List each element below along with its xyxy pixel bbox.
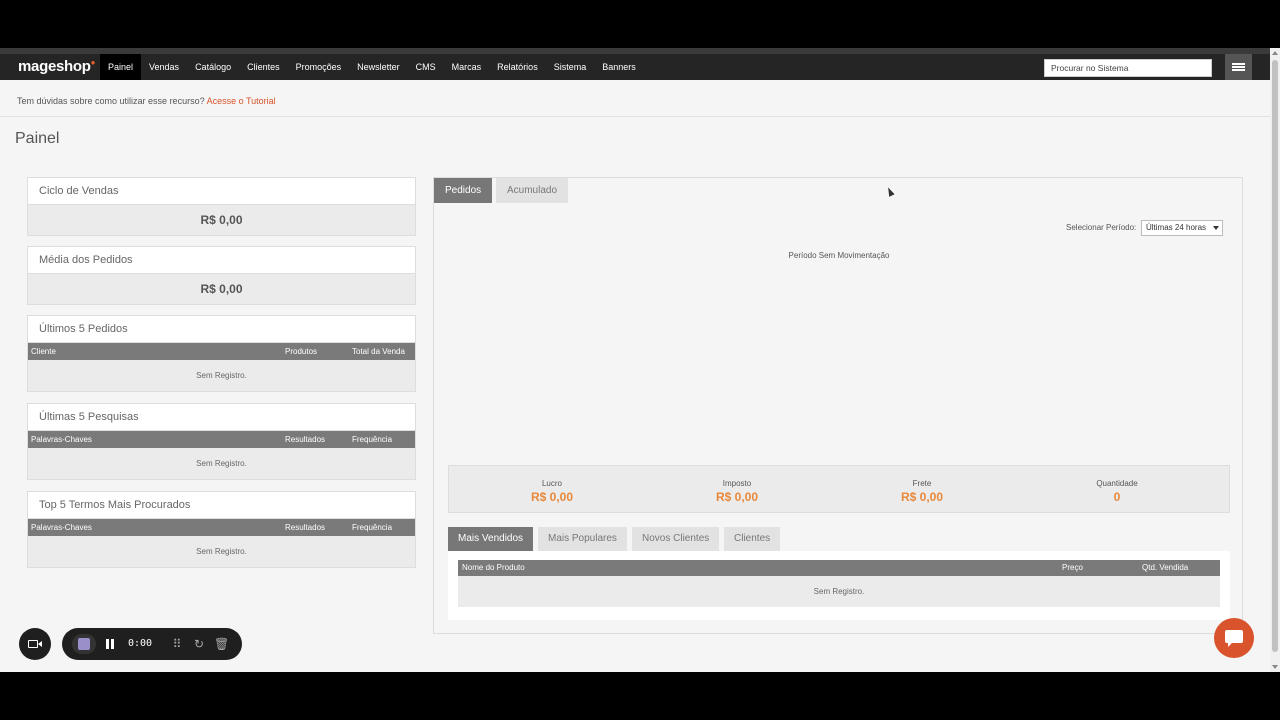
tab-clientes[interactable]: Clientes (724, 527, 781, 551)
order-average-box: Média dos Pedidos R$ 0,00 (27, 246, 416, 305)
sales-cycle-value: R$ 0,00 (28, 205, 415, 235)
last-orders-box: Últimos 5 Pedidos Cliente Produtos Total… (27, 315, 416, 392)
drag-handle-icon[interactable]: ⠿ (170, 637, 184, 651)
menu-relatorios[interactable]: Relatórios (489, 54, 546, 80)
tab-acumulado[interactable]: Acumulado (496, 178, 569, 203)
col-nome-produto: Nome do Produto (462, 563, 525, 572)
frete-value: R$ 0,00 (900, 490, 944, 504)
no-movement-message: Período Sem Movimentação (788, 251, 890, 260)
last-orders-empty: Sem Registro. (28, 360, 415, 391)
col-qtd-vendida: Qtd. Vendida (1142, 563, 1189, 572)
last-searches-header: Palavras-Chaves Resultados Frequência (28, 431, 415, 448)
order-average-value: R$ 0,00 (28, 274, 415, 304)
col-frequencia: Frequência (352, 435, 393, 444)
tab-mais-vendidos[interactable]: Mais Vendidos (448, 527, 534, 551)
top-terms-empty: Sem Registro. (28, 536, 415, 567)
lucro-value: R$ 0,00 (530, 490, 574, 504)
col-total-venda: Total da Venda (352, 347, 405, 356)
best-sellers-header: Nome do Produto Preço Qtd. Vendida (458, 560, 1220, 576)
last-orders-title: Últimos 5 Pedidos (28, 316, 415, 343)
col-palavras-chaves: Palavras-Chaves (31, 523, 92, 532)
col-cliente: Cliente (31, 347, 56, 356)
system-search-input[interactable]: Procurar no Sistema (1044, 59, 1212, 77)
quantidade-label: Quantidade (1096, 479, 1138, 488)
menu-vendas[interactable]: Vendas (141, 54, 187, 80)
last-searches-empty: Sem Registro. (28, 448, 415, 479)
logo-text: mageshop (18, 58, 91, 75)
frete-label: Frete (912, 479, 932, 488)
total-lucro: Lucro R$ 0,00 (482, 479, 622, 504)
restart-icon[interactable]: ↻ (192, 637, 206, 651)
menu-sistema[interactable]: Sistema (546, 54, 595, 80)
col-preco: Preço (1062, 563, 1083, 572)
logo-dot: ● (90, 58, 96, 67)
page-title: Painel (15, 130, 60, 147)
col-resultados: Resultados (285, 523, 326, 532)
trash-icon[interactable]: 🗑 (214, 637, 229, 651)
top-terms-title: Top 5 Termos Mais Procurados (28, 492, 415, 519)
scroll-up-icon[interactable] (1272, 51, 1278, 55)
menu-painel[interactable]: Painel (100, 54, 142, 80)
imposto-value: R$ 0,00 (715, 490, 759, 504)
tutorial-link[interactable]: Acesse o Tutorial (207, 96, 276, 106)
menu-marcas[interactable]: Marcas (444, 54, 490, 80)
last-searches-box: Últimas 5 Pesquisas Palavras-Chaves Resu… (27, 403, 416, 480)
pause-icon[interactable] (106, 639, 114, 649)
menu-clientes[interactable]: Clientes (239, 54, 288, 80)
stop-recording-button[interactable] (72, 634, 96, 654)
best-sellers-empty: Sem Registro. (458, 576, 1220, 607)
scroll-down-icon[interactable] (1272, 665, 1278, 669)
tutorial-text: Tem dúvidas sobre como utilizar esse rec… (17, 96, 205, 106)
sales-cycle-box: Ciclo de Vendas R$ 0,00 (27, 177, 416, 236)
recorder-toolbar: 0:00 ⠿ ↻ 🗑 (62, 628, 242, 660)
best-sellers-table: Nome do Produto Preço Qtd. Vendida Sem R… (448, 551, 1230, 620)
divider (0, 116, 1270, 117)
top-terms-box: Top 5 Termos Mais Procurados Palavras-Ch… (27, 491, 416, 568)
period-select[interactable]: Últimas 24 horas (1141, 220, 1223, 236)
mageshop-logo[interactable]: mageshop● (18, 58, 95, 75)
top-terms-header: Palavras-Chaves Resultados Frequência (28, 519, 415, 536)
browser-viewport: mageshop● Painel Vendas Catálogo Cliente… (0, 48, 1270, 672)
quantidade-value: 0 (1113, 490, 1121, 504)
imposto-label: Imposto (722, 479, 752, 488)
main-menu: Painel Vendas Catálogo Clientes Promoçõe… (100, 54, 644, 80)
col-resultados: Resultados (285, 435, 326, 444)
vertical-scrollbar[interactable] (1270, 48, 1280, 672)
period-value: Últimas 24 horas (1146, 223, 1207, 232)
chat-button[interactable] (1214, 618, 1254, 658)
col-palavras-chaves: Palavras-Chaves (31, 435, 92, 444)
recording-timer: 0:00 (128, 638, 153, 649)
total-frete: Frete R$ 0,00 (852, 479, 992, 504)
menu-banners[interactable]: Banners (594, 54, 644, 80)
order-average-title: Média dos Pedidos (28, 247, 415, 274)
orders-panel: Pedidos Acumulado Selecionar Período: Úl… (433, 177, 1243, 634)
top-navigation: mageshop● Painel Vendas Catálogo Cliente… (0, 48, 1270, 80)
sales-cycle-title: Ciclo de Vendas (28, 178, 415, 205)
last-orders-header: Cliente Produtos Total da Venda (28, 343, 415, 360)
tab-mais-populares[interactable]: Mais Populares (538, 527, 627, 551)
col-frequencia: Frequência (352, 523, 393, 532)
menu-catalogo[interactable]: Catálogo (187, 54, 239, 80)
chevron-down-icon (1213, 226, 1219, 230)
tutorial-notice: Tem dúvidas sobre como utilizar esse rec… (17, 96, 276, 106)
period-label: Selecionar Período: (1066, 223, 1137, 232)
last-searches-title: Últimas 5 Pesquisas (28, 404, 415, 431)
col-produtos: Produtos (285, 347, 318, 356)
total-quantidade: Quantidade 0 (1047, 479, 1187, 504)
tab-novos-clientes[interactable]: Novos Clientes (632, 527, 720, 551)
total-imposto: Imposto R$ 0,00 (667, 479, 807, 504)
menu-newsletter[interactable]: Newsletter (349, 54, 408, 80)
lucro-label: Lucro (541, 479, 562, 488)
menu-promocoes[interactable]: Promoções (288, 54, 350, 80)
tab-pedidos[interactable]: Pedidos (434, 178, 493, 203)
totals-bar: Lucro R$ 0,00 Imposto R$ 0,00 Frete R$ 0… (448, 465, 1230, 513)
menu-cms[interactable]: CMS (408, 54, 444, 80)
camera-icon[interactable] (19, 628, 51, 660)
scrollbar-thumb[interactable] (1272, 60, 1278, 652)
hamburger-icon[interactable] (1225, 54, 1252, 80)
